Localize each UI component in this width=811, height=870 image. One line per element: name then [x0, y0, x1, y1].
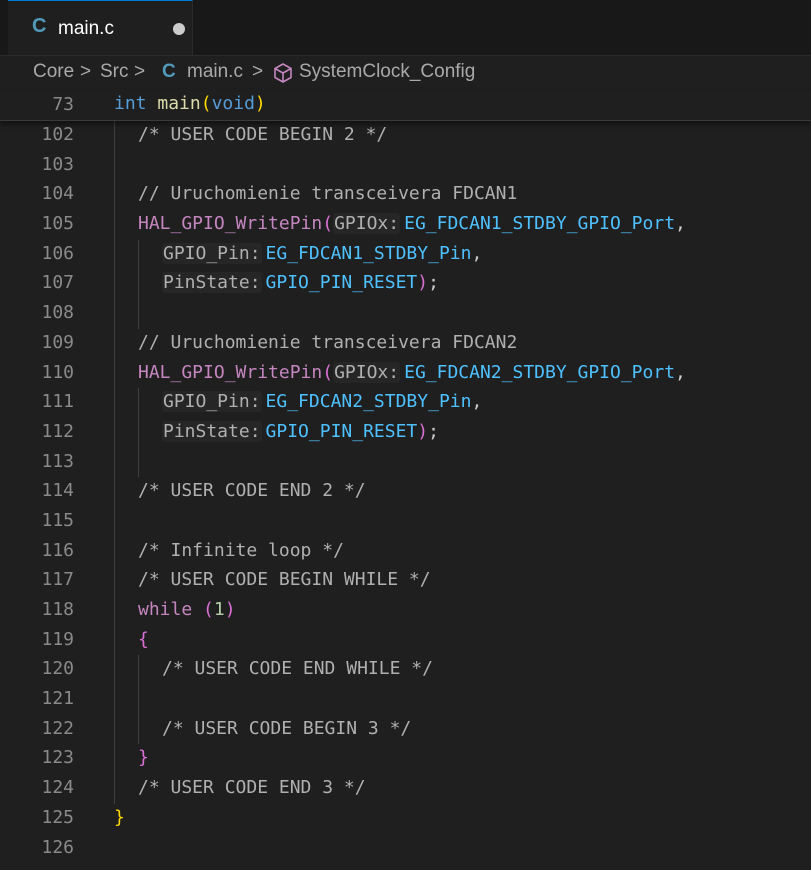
- inlay-hint: GPIOx:: [333, 213, 401, 235]
- breadcrumb-separator: >: [134, 61, 146, 82]
- code-text: {: [138, 628, 149, 650]
- code-text: /* USER CODE END 3 */: [138, 777, 366, 799]
- line-number: 111: [41, 391, 74, 413]
- code-line: 124 /* USER CODE END 3 */: [0, 774, 811, 804]
- line-number: 114: [41, 480, 74, 502]
- line-number: 102: [41, 124, 74, 145]
- code-line: 112 PinState: GPIO_PIN_RESET);: [0, 417, 811, 448]
- inlay-hint: GPIO_Pin:: [162, 391, 262, 413]
- line-number: 123: [41, 747, 74, 769]
- c-file-icon: C: [32, 15, 47, 37]
- line-number: 113: [41, 450, 74, 472]
- code-line: 121: [0, 685, 811, 715]
- code-line: 126: [0, 834, 811, 864]
- code-line: 108: [0, 299, 811, 329]
- line-number: 73: [52, 94, 74, 115]
- line-number: 120: [41, 658, 74, 680]
- code-text: }: [138, 747, 149, 769]
- line-number: 116: [41, 539, 74, 561]
- code-text: PinState: GPIO_PIN_RESET);: [162, 272, 439, 294]
- code-line: 102 /* USER CODE BEGIN 2 */: [0, 121, 811, 151]
- editor-tab-main-c[interactable]: C main.c: [8, 0, 193, 55]
- line-number: 107: [41, 272, 74, 294]
- code-text: /* Infinite loop */: [138, 539, 344, 561]
- inlay-hint: PinState:: [162, 420, 262, 442]
- inlay-hint: PinState:: [162, 272, 262, 294]
- code-text: /* USER CODE BEGIN 3 */: [162, 717, 412, 739]
- code-line: 115: [0, 506, 811, 537]
- code-line: 113: [0, 447, 811, 478]
- breadcrumb-symbol[interactable]: SystemClock_Config: [299, 61, 475, 83]
- line-number: 106: [41, 242, 74, 264]
- line-number: 117: [41, 569, 74, 591]
- code-line: 114 /* USER CODE END 2 */: [0, 477, 811, 507]
- line-number: 118: [41, 599, 74, 620]
- code-text: while (1): [138, 599, 236, 620]
- code-line: 106 GPIO_Pin: EG_FDCAN1_STDBY_Pin,: [0, 239, 811, 270]
- code-line: 111 GPIO_Pin: EG_FDCAN2_STDBY_Pin,: [0, 388, 811, 418]
- breadcrumb-separator: >: [80, 61, 92, 82]
- code-text: // Uruchomienie transceivera FDCAN2: [138, 331, 518, 353]
- code-line: 117 /* USER CODE BEGIN WHILE */: [0, 566, 811, 596]
- line-number: 104: [41, 183, 74, 205]
- line-number: 124: [41, 777, 74, 799]
- code-line: 103: [0, 150, 811, 181]
- code-text: HAL_GPIO_WritePin(GPIOx: EG_FDCAN1_STDBY_…: [138, 213, 686, 235]
- line-number: 115: [41, 509, 74, 531]
- code-line: 109 // Uruchomienie transceivera FDCAN2: [0, 328, 811, 359]
- code-text: HAL_GPIO_WritePin(GPIOx: EG_FDCAN2_STDBY_…: [138, 361, 686, 383]
- code-text: /* USER CODE BEGIN 2 */: [138, 124, 388, 145]
- line-number: 109: [41, 331, 74, 353]
- code-line: 105 HAL_GPIO_WritePin(GPIOx: EG_FDCAN1_ST…: [0, 210, 811, 240]
- inlay-hint: GPIOx:: [333, 361, 401, 383]
- line-number: 126: [41, 836, 74, 858]
- line-number: 103: [41, 153, 74, 175]
- inlay-hint: GPIO_Pin:: [162, 242, 262, 264]
- line-number: 125: [41, 806, 74, 828]
- line-number: 121: [41, 688, 74, 710]
- tab-bar: C main.c: [0, 0, 811, 56]
- code-text: /* USER CODE END 2 */: [138, 480, 366, 502]
- symbol-struct-icon: [274, 63, 292, 83]
- code-line: 122 /* USER CODE BEGIN 3 */: [0, 714, 811, 745]
- code-line: 120 /* USER CODE END WHILE */: [0, 655, 811, 686]
- code-text: GPIO_Pin: EG_FDCAN2_STDBY_Pin,: [162, 391, 483, 413]
- line-number: 110: [41, 361, 74, 383]
- breadcrumb-file[interactable]: main.c: [187, 61, 243, 83]
- tab-label: main.c: [58, 18, 114, 39]
- code-line: 116 /* Infinite loop */: [0, 536, 811, 567]
- unsaved-dot-icon[interactable]: [173, 23, 185, 35]
- code-text: int main(void): [114, 93, 266, 114]
- line-number: 122: [41, 717, 74, 739]
- code-line: 123 }: [0, 744, 811, 775]
- code-text: GPIO_Pin: EG_FDCAN1_STDBY_Pin,: [162, 242, 483, 264]
- c-file-icon: C: [162, 61, 176, 82]
- code-line: 104 // Uruchomienie transceivera FDCAN1: [0, 180, 811, 211]
- code-text: // Uruchomienie transceivera FDCAN1: [138, 183, 518, 205]
- line-number: 105: [41, 213, 74, 235]
- breadcrumb-core[interactable]: Core: [33, 61, 74, 83]
- code-line: 125 }: [0, 804, 811, 834]
- breadcrumb-src[interactable]: Src: [100, 61, 129, 83]
- code-text: }: [114, 806, 125, 828]
- breadcrumb: Core > Src > C main.c > SystemClock_Conf…: [0, 56, 811, 90]
- code-editor[interactable]: 102 /* USER CODE BEGIN 2 */ 103 104 // U…: [0, 121, 811, 863]
- line-number: 108: [41, 302, 74, 324]
- line-number: 112: [41, 420, 74, 442]
- code-text: /* USER CODE END WHILE */: [162, 658, 433, 680]
- sticky-scroll-header[interactable]: 73 int main(void): [0, 90, 811, 121]
- breadcrumb-separator: >: [252, 61, 264, 82]
- code-text: PinState: GPIO_PIN_RESET);: [162, 420, 439, 442]
- code-line: 118 while (1): [0, 596, 811, 626]
- code-line: 119 {: [0, 625, 811, 656]
- code-line: 107 PinState: GPIO_PIN_RESET);: [0, 269, 811, 300]
- code-line: 110 HAL_GPIO_WritePin(GPIOx: EG_FDCAN2_ST…: [0, 358, 811, 389]
- code-text: /* USER CODE BEGIN WHILE */: [138, 569, 431, 591]
- line-number: 119: [41, 628, 74, 650]
